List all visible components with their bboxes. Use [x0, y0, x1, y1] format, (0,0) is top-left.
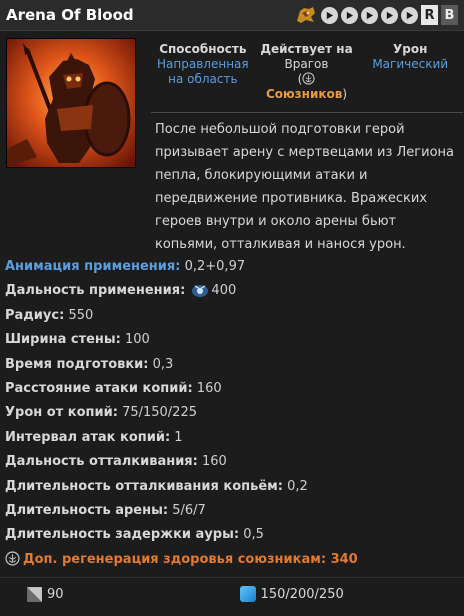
stat-key: Радиус: — [5, 307, 65, 323]
stat-row: Интервал атак копий: 1 — [5, 426, 460, 450]
stat-key: Дальность отталкивания: — [5, 454, 198, 470]
stat-value: 550 — [68, 307, 94, 323]
play-icon — [326, 11, 334, 19]
aura-label: Доп. регенерация здоровья союзникам: — [23, 551, 327, 567]
stat-key: Длительность отталкивания копьём: — [5, 478, 283, 494]
play-icon — [386, 11, 394, 19]
stat-row: Радиус: 550 — [5, 304, 460, 328]
mana-value: 150/200/250 — [260, 586, 344, 602]
prop-team-line: Союзников) — [265, 87, 348, 101]
prop-label: Урон — [392, 42, 428, 56]
cast-range-icon — [192, 285, 209, 298]
play-button-2[interactable] — [341, 6, 358, 24]
play-button-3[interactable] — [361, 6, 378, 24]
stat-row: Урон от копий: 75/150/225 — [5, 401, 460, 425]
stat-row: Длительность арены: 5/6/7 — [5, 499, 460, 523]
stat-row: Анимация применения: 0,2+0,97 — [5, 255, 460, 279]
prop-value-allies: ( — [255, 72, 359, 87]
stat-key: Интервал атак копий: — [5, 429, 171, 445]
ability-costs: 90 150/200/250 — [0, 582, 464, 606]
stat-value: 400 — [211, 283, 237, 299]
divider — [0, 577, 464, 578]
stat-key: Анимация применения: — [5, 259, 181, 274]
tooltip-header: Arena Of Blood R B — [0, 0, 464, 31]
play-button-4[interactable] — [381, 6, 398, 24]
ability-stats: Анимация применения: 0,2+0,97 Дальность … — [5, 255, 460, 572]
ability-description: После небольшой подготовки герой призыва… — [155, 122, 454, 252]
stat-row: Длительность задержки ауры: 0,5 — [5, 523, 460, 547]
prop-value: Врагов — [284, 57, 329, 71]
stat-value: 100 — [125, 332, 150, 348]
stat-value: 75/150/225 — [122, 405, 197, 421]
stat-row: Расстояние атаки копий: 160 — [5, 377, 460, 401]
stat-key: Урон от копий: — [5, 405, 118, 421]
stat-row: Ширина стены: 100 — [5, 328, 460, 352]
r-toggle-button[interactable]: R — [421, 5, 438, 25]
stat-key: Расстояние атаки копий: — [5, 380, 193, 396]
stat-value: 160 — [196, 380, 222, 396]
play-icon — [406, 11, 414, 19]
prop-ability-type: Способность Направленная на область — [151, 42, 255, 108]
stat-value: 0,3 — [152, 356, 174, 372]
stat-key: Длительность задержки ауры: — [5, 527, 240, 543]
prop-team: Союзников — [265, 87, 343, 101]
cooldown-value: 90 — [47, 586, 64, 602]
cooldown-icon — [27, 586, 42, 602]
b-toggle-button[interactable]: B — [441, 5, 458, 25]
mars-hero-icon[interactable] — [294, 5, 318, 25]
stat-row: Дальность отталкивания: 160 — [5, 450, 460, 474]
stat-value: 5/6/7 — [172, 502, 206, 518]
aura-heal-icon — [5, 551, 20, 566]
stat-value: 1 — [174, 429, 183, 445]
stat-key: Длительность арены: — [5, 502, 169, 518]
ability-tooltip: Arena Of Blood R B Способность Направлен… — [0, 0, 464, 616]
stat-key: Время подготовки: — [5, 356, 149, 372]
cooldown: 90 — [26, 586, 64, 603]
stat-value: 0,2 — [287, 478, 308, 494]
play-icon — [366, 11, 374, 19]
mana-cost: 150/200/250 — [239, 586, 344, 602]
stat-value: 160 — [202, 454, 227, 470]
stat-value: 0,5 — [243, 527, 264, 543]
mana-icon — [239, 586, 256, 602]
header-controls: R B — [294, 5, 458, 25]
aura-heal-icon — [302, 72, 315, 85]
stat-key: Дальность применения: — [5, 283, 186, 299]
prop-value: Направленная на область — [157, 57, 249, 86]
stat-value: 0,2+0,97 — [184, 259, 246, 274]
stat-row: Дальность применения: 400 — [5, 279, 460, 303]
stat-key: Ширина стены: — [5, 332, 121, 348]
arena-of-blood-ability-icon — [6, 38, 136, 168]
play-button-1[interactable] — [321, 6, 338, 24]
aura-value: 340 — [330, 551, 358, 567]
stat-row: Время подготовки: 0,3 — [5, 353, 460, 377]
prop-label: Действует на — [260, 42, 353, 56]
ability-title: Arena Of Blood — [6, 6, 134, 24]
prop-affects: Действует на Врагов ( Союзников) — [255, 42, 359, 108]
play-button-5[interactable] — [401, 6, 418, 24]
aura-row: Доп. регенерация здоровья союзникам: 340 — [5, 548, 460, 572]
ability-properties: Способность Направленная на область Дейс… — [151, 42, 462, 108]
divider — [151, 112, 463, 113]
stat-row: Длительность отталкивания копьём: 0,2 — [5, 475, 460, 499]
prop-label: Способность — [159, 42, 247, 56]
prop-damage-type: Урон Магический — [358, 42, 462, 108]
prop-value: Магический — [372, 57, 449, 71]
play-icon — [346, 11, 354, 19]
